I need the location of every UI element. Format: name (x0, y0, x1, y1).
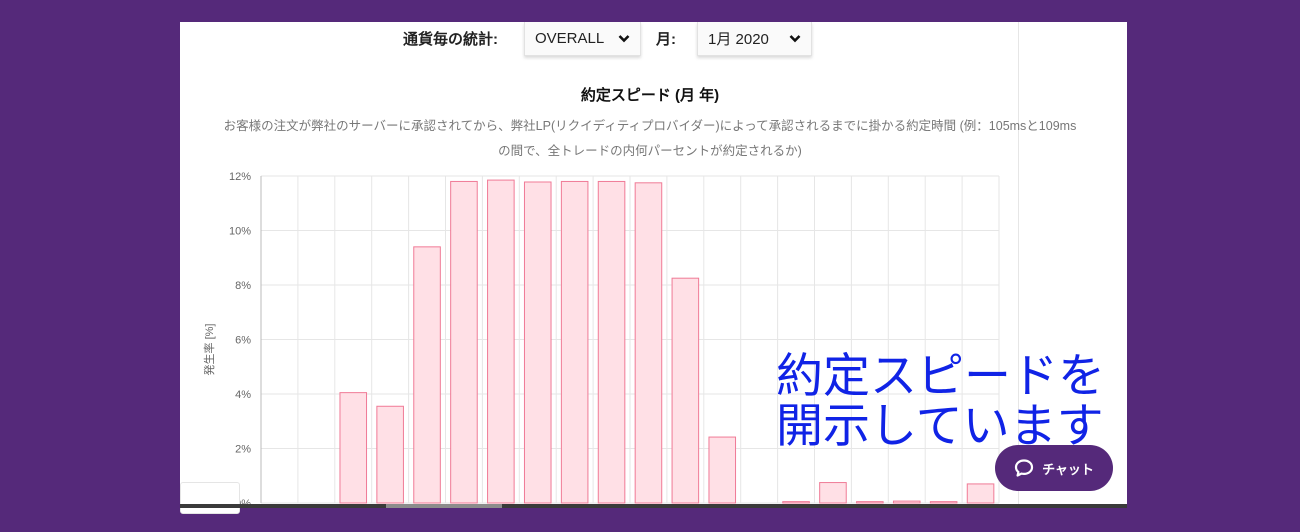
bar (671, 277, 700, 504)
horizontal-scrollbar[interactable] (180, 504, 1127, 508)
y-tick-label: 4% (235, 389, 251, 401)
bar (339, 392, 368, 504)
chat-button[interactable]: チャット (995, 445, 1113, 491)
overlay-caption: 約定スピードを 開示しています (776, 349, 1105, 454)
bar (634, 182, 663, 504)
bar (929, 501, 958, 504)
bar (892, 500, 921, 504)
bar (376, 405, 404, 504)
y-tick-label: 2% (235, 444, 251, 456)
bar (450, 180, 478, 504)
chat-widget-box (180, 482, 240, 514)
bar (487, 179, 515, 504)
y-tick-label: 8% (235, 280, 251, 292)
bar (856, 501, 884, 504)
y-tick-label: 10% (229, 226, 251, 238)
bar (523, 181, 552, 504)
chat-bubble-icon (1014, 459, 1034, 477)
bar (782, 501, 810, 504)
y-tick-label: 12% (229, 171, 251, 183)
bar (597, 180, 626, 504)
chat-button-label: チャット (1042, 461, 1094, 477)
y-axis-label: 発生率 [%] (202, 324, 216, 376)
bar (819, 482, 847, 504)
bar (708, 436, 737, 504)
bar (560, 180, 589, 504)
scrollbar-thumb[interactable] (386, 504, 502, 508)
bar (413, 246, 441, 504)
y-tick-label: 6% (235, 335, 251, 347)
bar (966, 483, 995, 504)
